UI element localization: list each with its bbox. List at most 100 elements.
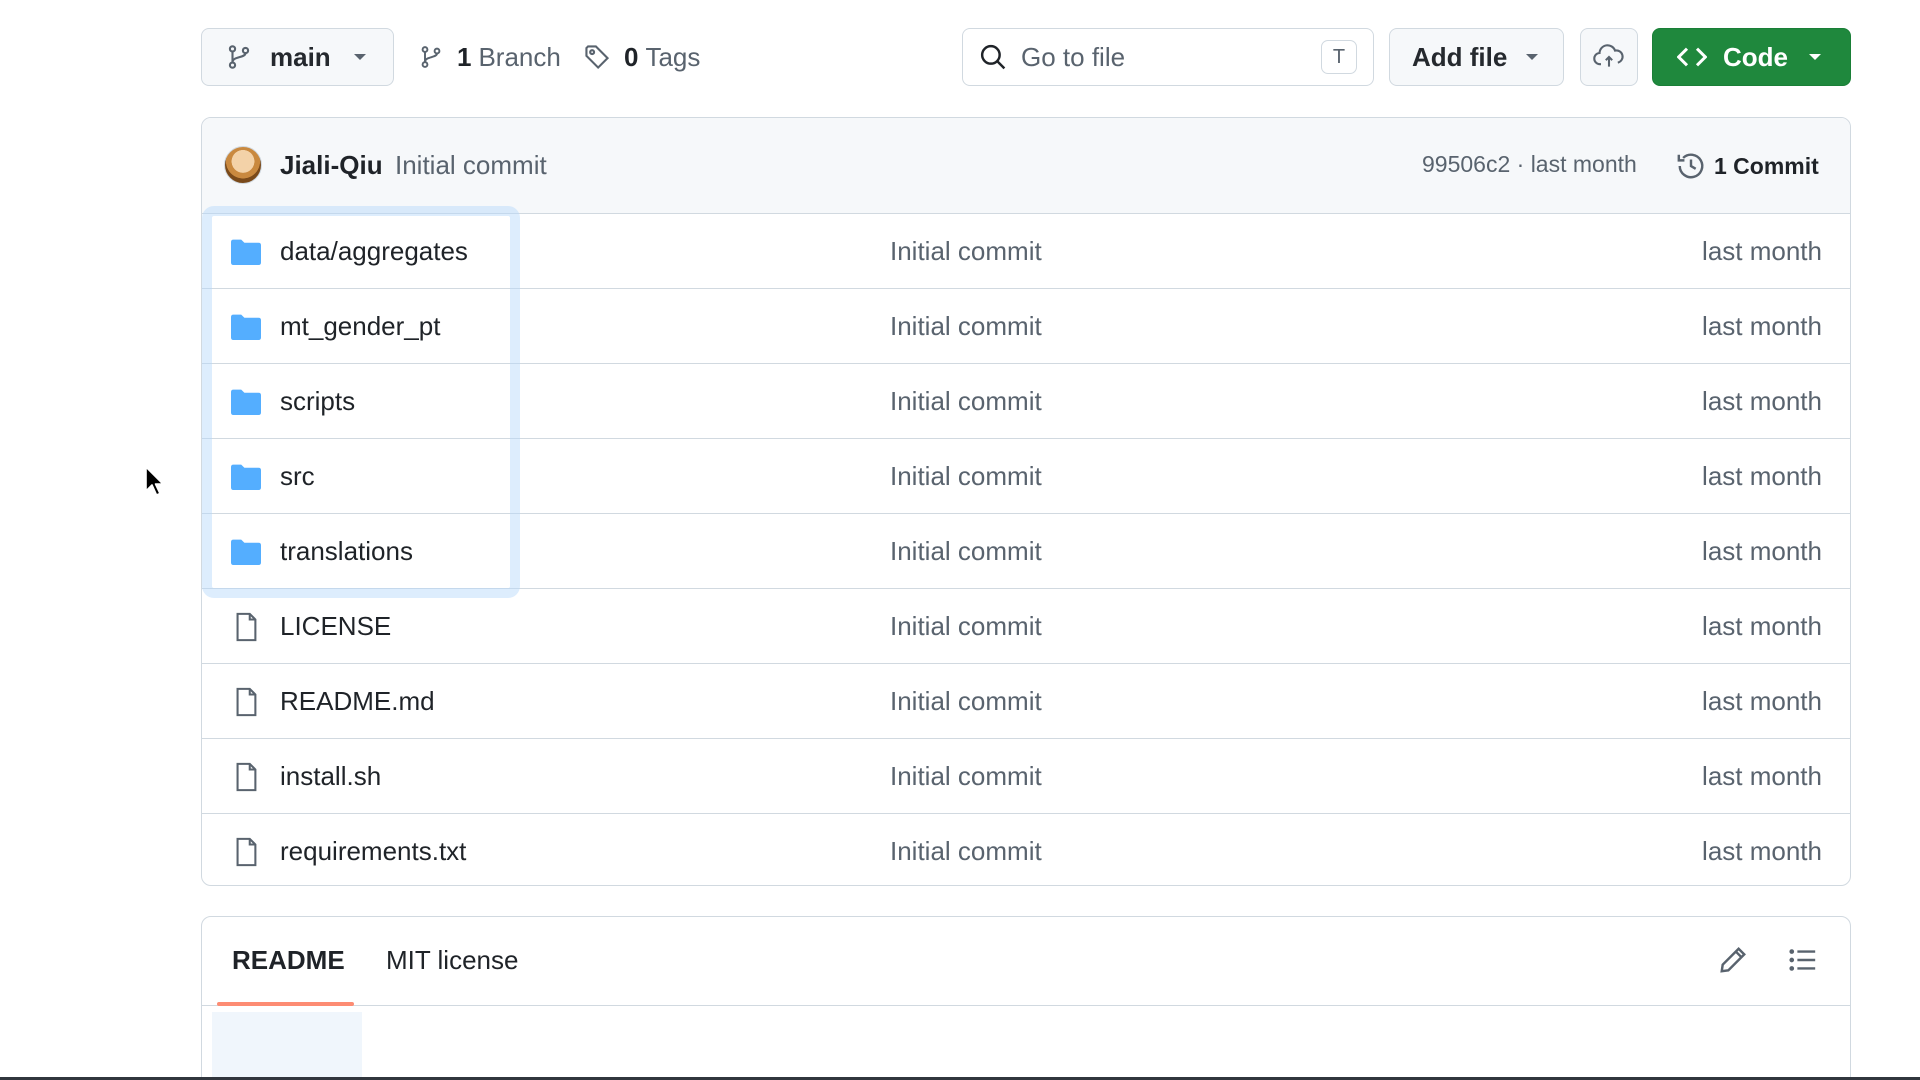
file-name-link[interactable]: README.md [280, 686, 435, 717]
folder-icon [231, 389, 261, 415]
file-icon [236, 687, 257, 717]
sync-fork-button[interactable] [1580, 28, 1638, 86]
caret-down-icon [353, 54, 366, 60]
file-icon [230, 837, 262, 867]
file-row[interactable]: install.sh Initial commit last month [202, 739, 1850, 814]
file-commit-age: last month [1702, 761, 1822, 791]
git-branch-icon [421, 46, 441, 68]
file-commit-message-link[interactable]: Initial commit [890, 461, 1042, 492]
repo-page: main 1 Branch 0 Tags Go to file T Add fi… [0, 0, 1920, 1080]
code-label: Code [1723, 41, 1788, 72]
add-file-button[interactable]: Add file [1389, 28, 1564, 86]
file-icon [236, 837, 257, 867]
file-commit-message-link[interactable]: Initial commit [890, 686, 1042, 717]
file-icon [236, 612, 257, 642]
latest-commit-bar: Jiali-Qiu Initial commit 99506c2 · last … [202, 118, 1850, 214]
file-icon [230, 612, 262, 642]
file-name-link[interactable]: mt_gender_pt [280, 311, 440, 342]
file-commit-age: last month [1702, 536, 1822, 566]
file-row[interactable]: translations Initial commit last month [202, 514, 1850, 589]
commit-author[interactable]: Jiali-Qiu [280, 150, 383, 181]
commit-message[interactable]: Initial commit [395, 150, 547, 181]
file-commit-age: last month [1702, 686, 1822, 716]
file-commit-age: last month [1702, 236, 1822, 266]
file-name-link[interactable]: scripts [280, 386, 355, 417]
folder-icon [231, 314, 261, 340]
branch-name: main [270, 41, 331, 72]
folder-icon [230, 237, 262, 267]
branch-label: Branch [478, 41, 561, 72]
readme-content-area [212, 1012, 362, 1080]
avatar[interactable] [224, 146, 262, 184]
file-commit-age: last month [1702, 311, 1822, 341]
file-row[interactable]: src Initial commit last month [202, 439, 1850, 514]
file-commit-message-link[interactable]: Initial commit [890, 386, 1042, 417]
file-row[interactable]: README.md Initial commit last month [202, 664, 1850, 739]
file-row[interactable]: mt_gender_pt Initial commit last month [202, 289, 1850, 364]
tag-label: Tags [645, 41, 701, 72]
branches-link[interactable]: 1 Branch [419, 28, 561, 86]
file-browser: Jiali-Qiu Initial commit 99506c2 · last … [201, 117, 1851, 886]
folder-icon [231, 539, 261, 565]
add-file-label: Add file [1412, 41, 1508, 72]
tab-mit-license[interactable]: MIT license [386, 945, 518, 976]
keyboard-shortcut-hint: T [1321, 40, 1357, 74]
folder-icon [231, 239, 261, 265]
readme-panel: README MIT license [201, 916, 1851, 1080]
file-row[interactable]: data/aggregates Initial commit last month [202, 214, 1850, 289]
commit-hash-and-age[interactable]: 99506c2 · last month [1422, 151, 1637, 178]
file-commit-message-link[interactable]: Initial commit [890, 311, 1042, 342]
file-commit-message-link[interactable]: Initial commit [890, 761, 1042, 792]
active-tab-indicator [217, 1002, 354, 1006]
file-commit-age: last month [1702, 836, 1822, 866]
code-icon [1677, 47, 1707, 67]
code-button[interactable]: Code [1652, 28, 1851, 86]
file-name-link[interactable]: data/aggregates [280, 236, 468, 267]
caret-down-icon [1809, 54, 1821, 60]
tab-readme[interactable]: README [232, 945, 345, 976]
file-name-link[interactable]: requirements.txt [280, 836, 466, 867]
mouse-cursor-icon [145, 466, 164, 496]
file-row[interactable]: requirements.txt Initial commit last month [202, 814, 1850, 885]
go-to-file-placeholder: Go to file [1021, 41, 1126, 72]
go-to-file-input[interactable]: Go to file T [962, 28, 1374, 86]
folder-icon [231, 464, 261, 490]
file-commit-age: last month [1702, 461, 1822, 491]
pencil-icon[interactable] [1718, 945, 1748, 975]
file-commit-message-link[interactable]: Initial commit [890, 611, 1042, 642]
repo-toolbar: main 1 Branch 0 Tags Go to file T Add fi… [201, 28, 1851, 86]
file-list: data/aggregates Initial commit last month m… [202, 214, 1850, 885]
history-icon [1677, 153, 1704, 179]
file-name-link[interactable]: translations [280, 536, 413, 567]
branch-selector-button[interactable]: main [201, 28, 394, 86]
file-commit-message-link[interactable]: Initial commit [890, 836, 1042, 867]
list-outline-icon[interactable] [1788, 945, 1818, 975]
tag-icon [585, 45, 610, 70]
commit-count-label: 1 Commit [1714, 152, 1819, 179]
git-branch-icon [228, 45, 250, 69]
file-commit-age: last month [1702, 386, 1822, 416]
file-icon [230, 762, 262, 792]
file-name-link[interactable]: LICENSE [280, 611, 391, 642]
cloud-sync-icon [1593, 44, 1624, 67]
commit-history-link[interactable]: 1 Commit [1676, 143, 1819, 189]
file-commit-message-link[interactable]: Initial commit [890, 536, 1042, 567]
branch-count: 1 [457, 41, 472, 72]
file-icon [230, 687, 262, 717]
caret-down-icon [1526, 54, 1539, 60]
file-name-link[interactable]: install.sh [280, 761, 381, 792]
file-row[interactable]: scripts Initial commit last month [202, 364, 1850, 439]
folder-icon [230, 312, 262, 342]
folder-icon [230, 537, 262, 567]
readme-tab-bar: README MIT license [202, 917, 1850, 1006]
tag-count: 0 [624, 41, 639, 72]
file-name-link[interactable]: src [280, 461, 315, 492]
tags-link[interactable]: 0 Tags [584, 28, 700, 86]
folder-icon [230, 387, 262, 417]
folder-icon [230, 462, 262, 492]
file-icon [236, 762, 257, 792]
search-icon [980, 44, 1006, 70]
file-commit-message-link[interactable]: Initial commit [890, 236, 1042, 267]
file-commit-age: last month [1702, 611, 1822, 641]
file-row[interactable]: LICENSE Initial commit last month [202, 589, 1850, 664]
